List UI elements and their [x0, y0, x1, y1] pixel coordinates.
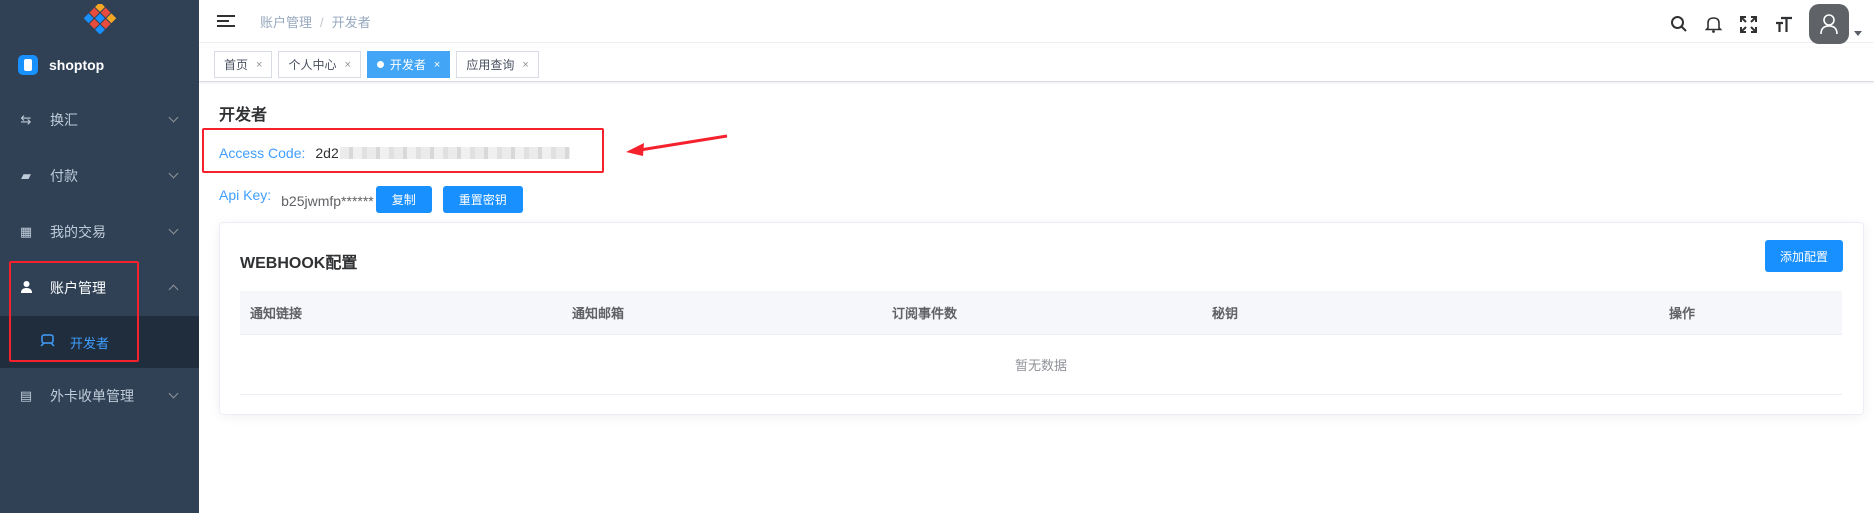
sidebar-item-account[interactable]: 账户管理 [0, 260, 199, 316]
sidebar-item-label: 付款 [50, 168, 78, 184]
sidebar-item-payment[interactable]: ▰ 付款 [0, 148, 199, 204]
reset-key-button[interactable]: 重置密钥 [442, 186, 523, 213]
logo-icon [83, 4, 116, 34]
column-header: 通知邮箱 [572, 306, 625, 321]
brand-icon [18, 55, 38, 75]
table-header: 通知链接 通知邮箱 订阅事件数 秘钥 操作 [240, 291, 1842, 335]
chevron-down-icon [168, 168, 179, 179]
redacted-value [339, 147, 570, 159]
api-key-row: Api Key: b25jwmfp****** 复制 重置密钥 [219, 176, 523, 213]
breadcrumb-parent[interactable]: 账户管理 [260, 15, 312, 30]
developer-icon [40, 334, 56, 350]
breadcrumb-current: 开发者 [331, 14, 371, 30]
webhook-table: 通知链接 通知邮箱 订阅事件数 秘钥 操作 暂无数据 [240, 291, 1842, 395]
close-icon[interactable]: × [522, 59, 528, 71]
api-key-label: Api Key: [219, 186, 272, 203]
exchange-icon: ⇆ [20, 112, 32, 127]
access-code-row: Access Code: 2d2 [219, 145, 570, 161]
column-header: 订阅事件数 [892, 306, 958, 321]
breadcrumb-separator: / [320, 14, 324, 30]
breadcrumb: 账户管理 / 开发者 [260, 12, 371, 31]
sidebar-item-label: 账户管理 [50, 280, 106, 296]
add-config-button[interactable]: 添加配置 [1764, 240, 1843, 272]
logo[interactable] [0, 0, 199, 38]
menu-toggle-icon[interactable] [217, 12, 235, 30]
column-header: 通知链接 [250, 306, 303, 321]
document-icon: ▤ [19, 388, 33, 403]
tag-app-query[interactable]: 应用查询 × [456, 51, 539, 78]
right-tools [1661, 4, 1862, 44]
tag-label: 首页 [224, 58, 249, 72]
webhook-title: WEBHOOK配置 [240, 255, 358, 272]
close-icon[interactable]: × [434, 59, 440, 71]
avatar[interactable] [1809, 4, 1849, 44]
navbar: 账户管理 / 开发者 [199, 0, 1874, 44]
copy-button[interactable]: 复制 [375, 186, 432, 213]
access-code-value: 2d2 [315, 145, 339, 161]
page-title: 开发者 [219, 107, 268, 124]
tag-developer[interactable]: 开发者 × [366, 51, 451, 78]
chevron-down-icon[interactable] [1854, 30, 1862, 36]
brand[interactable]: shoptop [0, 38, 199, 92]
brand-name: shoptop [49, 57, 105, 73]
close-icon[interactable]: × [256, 59, 262, 71]
tag-home[interactable]: 首页 × [214, 51, 273, 78]
close-icon[interactable]: × [344, 59, 350, 71]
grid-icon: ▦ [19, 224, 33, 239]
active-dot-icon [376, 61, 384, 68]
column-header: 秘钥 [1212, 306, 1239, 321]
font-size-icon[interactable] [1766, 7, 1801, 42]
sidebar: shoptop ⇆ 换汇 ▰ 付款 ▦ 我的交易 账户管理 开发者 ▤ 外卡收单… [0, 0, 199, 513]
tags-view: 首页 × 个人中心 × 开发者 × 应用查询 × [199, 48, 1874, 82]
sidebar-item-label: 换汇 [50, 112, 78, 128]
sidebar-item-label: 我的交易 [50, 224, 106, 240]
webhook-card: WEBHOOK配置 添加配置 通知链接 通知邮箱 订阅事件数 秘钥 操作 暂无数… [219, 222, 1864, 415]
chevron-down-icon [168, 224, 179, 235]
tag-label: 个人中心 [288, 58, 337, 72]
search-icon[interactable] [1661, 7, 1696, 42]
sidebar-item-developer[interactable]: 开发者 [0, 316, 199, 368]
payment-icon: ▰ [21, 168, 31, 183]
chevron-down-icon [168, 388, 179, 399]
fullscreen-icon[interactable] [1731, 7, 1766, 42]
sidebar-item-transactions[interactable]: ▦ 我的交易 [0, 204, 199, 260]
tag-label: 应用查询 [466, 58, 515, 72]
column-header: 操作 [1669, 306, 1696, 321]
sidebar-item-label: 开发者 [70, 335, 110, 351]
tag-label: 开发者 [389, 58, 426, 72]
api-key-value: b25jwmfp****** [281, 192, 374, 209]
empty-state: 暂无数据 [240, 335, 1842, 395]
sidebar-item-exchange[interactable]: ⇆ 换汇 [0, 92, 199, 148]
sidebar-item-label: 外卡收单管理 [50, 388, 134, 404]
chevron-down-icon [168, 112, 179, 123]
tag-profile[interactable]: 个人中心 × [278, 51, 361, 78]
user-icon [18, 280, 34, 296]
sidebar-item-card-acquiring[interactable]: ▤ 外卡收单管理 [0, 368, 199, 424]
bell-icon[interactable] [1696, 7, 1731, 42]
access-code-label: Access Code: [219, 145, 306, 161]
arrow-annotation-icon [626, 134, 728, 156]
chevron-up-icon [168, 284, 179, 295]
